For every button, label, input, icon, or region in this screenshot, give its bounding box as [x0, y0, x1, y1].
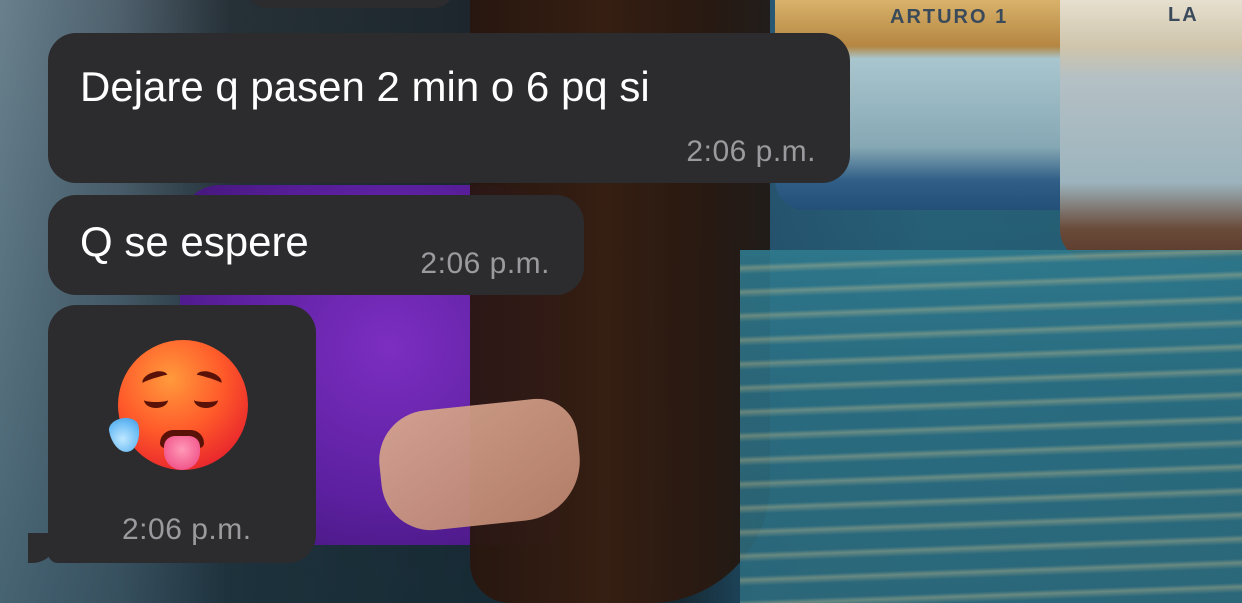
message-timestamp: 2:06 p.m.: [686, 135, 816, 168]
boat-name-arturo: ARTURO 1: [890, 6, 1009, 28]
wallpaper-water-reflection: [740, 250, 1242, 603]
hot-face-emoji-icon: [107, 336, 250, 476]
message-text: Q se espere: [80, 218, 309, 265]
message-bubble[interactable]: Q se espere 2:06 p.m.: [48, 195, 584, 295]
message-text: Dejare q pasen 2 min o 6 pq si: [80, 63, 650, 110]
wallpaper-boat-right: [1060, 0, 1242, 260]
boat-name-la: LA: [1168, 4, 1199, 26]
message-timestamp: 2:06 p.m.: [122, 513, 252, 546]
message-timestamp: 2:06 p.m.: [420, 247, 550, 280]
message-bubble[interactable]: Dejare q pasen 2 min o 6 pq si 2:06 p.m.: [48, 33, 850, 183]
previous-message-bubble-partial[interactable]: [248, 0, 453, 8]
chat-screen: ARTURO 1 LA Dejare q pasen 2 min o 6 pq …: [0, 0, 1242, 603]
